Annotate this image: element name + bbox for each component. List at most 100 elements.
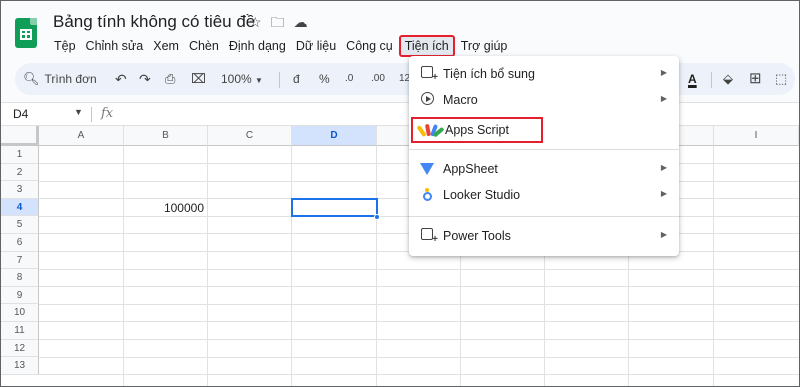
- decrease-decimal-button[interactable]: .0: [345, 63, 353, 95]
- appsheet-icon: [419, 161, 435, 177]
- redo-icon[interactable]: ↷: [139, 63, 151, 95]
- cell-b4[interactable]: 100000: [124, 201, 204, 215]
- menu-item-appsheet[interactable]: AppSheet ▶: [409, 156, 679, 182]
- grid-line: [291, 146, 292, 386]
- column-header[interactable]: C: [208, 126, 292, 146]
- sheet-grid[interactable]: A B C D E F G H I 1 2 3 4 5 6 7 8 9 10 1…: [1, 126, 799, 386]
- document-title[interactable]: Bảng tính không có tiêu đề: [53, 12, 255, 32]
- grid-line: [376, 146, 377, 386]
- currency-format-button[interactable]: đ: [293, 63, 300, 95]
- grid-line: [713, 146, 714, 386]
- select-all-corner[interactable]: [1, 126, 39, 146]
- grid-line: [39, 321, 799, 323]
- row-header[interactable]: 8: [1, 269, 39, 287]
- row-header[interactable]: 4: [1, 198, 39, 217]
- increase-decimal-button[interactable]: .00: [371, 63, 385, 95]
- row-header[interactable]: 10: [1, 304, 39, 322]
- chevron-right-icon: ▶: [660, 94, 667, 103]
- column-header[interactable]: B: [124, 126, 208, 146]
- grid-line: [39, 374, 799, 376]
- borders-icon[interactable]: ⊞: [749, 63, 762, 95]
- macro-play-icon: [419, 92, 435, 108]
- menu-format[interactable]: Định dạng: [224, 36, 291, 56]
- row-header[interactable]: 11: [1, 322, 39, 340]
- fill-handle[interactable]: [374, 214, 380, 220]
- row-header[interactable]: 7: [1, 251, 39, 270]
- menu-item-macro[interactable]: Macro ▶: [409, 87, 679, 113]
- grid-line: [207, 146, 208, 386]
- column-header[interactable]: I: [714, 126, 799, 146]
- chevron-right-icon: ▶: [660, 68, 667, 77]
- menu-item-label: Tiện ích bổ sung: [443, 67, 535, 81]
- extensions-menu: Tiện ích bổ sung ▶ Macro ▶ Apps Script A…: [409, 56, 679, 256]
- menu-item-apps-script[interactable]: Apps Script: [411, 117, 543, 143]
- grid-line: [123, 146, 124, 386]
- apps-script-icon: [416, 122, 445, 138]
- row-header[interactable]: 3: [1, 181, 39, 199]
- title-actions: ☆ 🗀 ☁: [249, 13, 308, 31]
- folder-move-icon[interactable]: 🗀: [271, 13, 285, 31]
- paint-format-icon[interactable]: ⌧: [191, 63, 206, 95]
- print-icon[interactable]: ⎙: [165, 63, 175, 95]
- active-cell-selection[interactable]: [291, 198, 378, 217]
- text-color-button[interactable]: A: [688, 63, 697, 95]
- menubar: Tệp Chỉnh sửa Xem Chèn Định dạng Dữ liệu…: [49, 35, 513, 57]
- formula-divider: [91, 107, 92, 122]
- sheets-logo-icon[interactable]: [15, 18, 37, 48]
- power-tools-icon: [419, 228, 438, 245]
- fx-icon: fx: [101, 106, 114, 121]
- looker-studio-icon: [419, 187, 435, 203]
- chevron-down-icon[interactable]: ▼: [74, 107, 83, 117]
- menu-tools[interactable]: Công cụ: [341, 36, 398, 56]
- zoom-select[interactable]: 100% ▼: [221, 63, 263, 95]
- menu-view[interactable]: Xem: [148, 36, 184, 56]
- column-header[interactable]: A: [39, 126, 124, 146]
- menu-divider: [409, 149, 679, 150]
- search-menus-button[interactable]: 🔍︎ Trình đơn: [23, 67, 109, 91]
- menu-item-add-ons[interactable]: Tiện ích bổ sung ▶: [409, 61, 679, 87]
- grid-line: [39, 303, 799, 305]
- chevron-right-icon: ▶: [660, 163, 667, 172]
- add-on-icon: [419, 66, 438, 83]
- chevron-right-icon: ▶: [660, 189, 667, 198]
- menu-item-power-tools[interactable]: Power Tools ▶: [409, 223, 679, 249]
- menu-file[interactable]: Tệp: [49, 36, 81, 56]
- undo-icon[interactable]: ↶: [115, 63, 127, 95]
- fill-color-icon[interactable]: ⬙: [723, 63, 733, 95]
- menu-item-label: Macro: [443, 93, 478, 107]
- menu-item-label: AppSheet: [443, 162, 498, 176]
- menu-item-label: Power Tools: [443, 229, 511, 243]
- row-header[interactable]: 1: [1, 146, 39, 164]
- name-box[interactable]: D4: [13, 107, 28, 121]
- row-header[interactable]: 2: [1, 163, 39, 182]
- row-header[interactable]: 9: [1, 286, 39, 305]
- merge-cells-icon[interactable]: ⬚: [775, 63, 787, 95]
- menu-extensions[interactable]: Tiện ích: [398, 35, 455, 57]
- zoom-value: 100%: [221, 72, 252, 86]
- row-header[interactable]: 6: [1, 234, 39, 252]
- menu-item-label: Looker Studio: [443, 188, 521, 202]
- menu-item-label: Apps Script: [445, 123, 509, 137]
- menu-divider: [409, 216, 679, 217]
- formula-bar: D4 ▼ fx: [1, 102, 799, 126]
- grid-line: [39, 268, 799, 270]
- row-header[interactable]: 12: [1, 339, 39, 358]
- toolbar-divider: [711, 72, 712, 88]
- column-header[interactable]: D: [292, 126, 377, 146]
- menu-insert[interactable]: Chèn: [184, 36, 224, 56]
- grid-line: [39, 286, 799, 288]
- search-menus-label: Trình đơn: [44, 72, 97, 86]
- chevron-down-icon: ▼: [255, 76, 263, 85]
- cloud-status-icon[interactable]: ☁: [294, 13, 308, 31]
- percent-format-button[interactable]: %: [319, 63, 330, 95]
- chevron-right-icon: ▶: [660, 230, 667, 239]
- grid-line: [39, 339, 799, 340]
- star-icon[interactable]: ☆: [249, 13, 262, 31]
- row-header[interactable]: 13: [1, 357, 39, 375]
- row-header[interactable]: 5: [1, 216, 39, 234]
- menu-help[interactable]: Trợ giúp: [456, 36, 513, 56]
- menu-item-looker-studio[interactable]: Looker Studio ▶: [409, 182, 679, 208]
- menu-edit[interactable]: Chỉnh sửa: [81, 36, 149, 56]
- menu-data[interactable]: Dữ liệu: [291, 36, 341, 56]
- search-icon: 🔍︎: [23, 71, 40, 86]
